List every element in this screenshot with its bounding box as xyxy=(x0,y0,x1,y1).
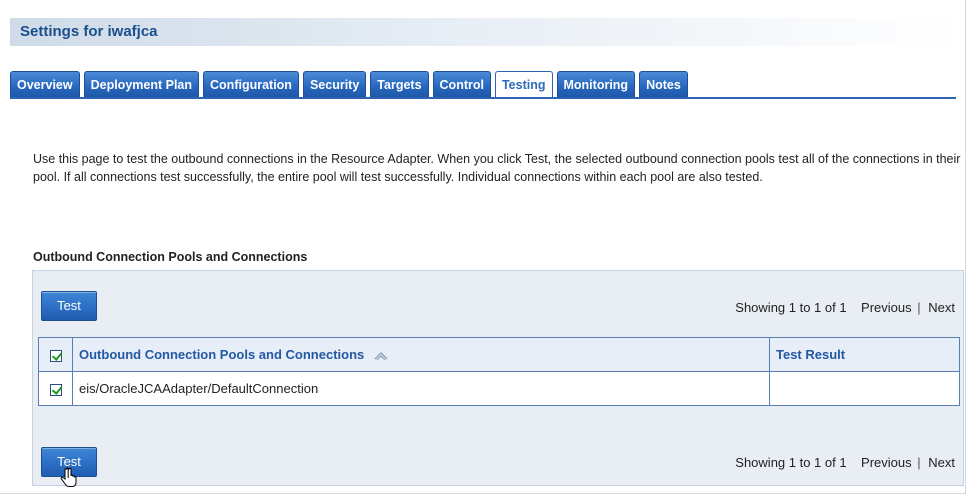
select-all-checkbox[interactable] xyxy=(49,349,62,362)
row-result-cell xyxy=(769,371,960,406)
column-header-name-label: Outbound Connection Pools and Connection… xyxy=(79,347,365,362)
title-bar: Settings for iwafjca xyxy=(10,18,960,46)
hand-cursor-icon xyxy=(60,467,77,487)
tab-bar: Overview Deployment Plan Configuration S… xyxy=(10,71,688,99)
sort-ascending-icon xyxy=(374,351,388,360)
pager-separator: | xyxy=(917,455,921,470)
tab-deployment-plan[interactable]: Deployment Plan xyxy=(83,71,200,97)
pager-next-link[interactable]: Next xyxy=(928,300,955,315)
pager-next-link[interactable]: Next xyxy=(928,455,955,470)
table-row: eis/OracleJCAAdapter/DefaultConnection xyxy=(38,371,960,406)
section-title: Outbound Connection Pools and Connection… xyxy=(33,250,308,264)
tab-targets[interactable]: Targets xyxy=(370,71,429,97)
pager-showing: Showing 1 to 1 of 1 xyxy=(735,300,847,315)
tab-monitoring[interactable]: Monitoring xyxy=(556,71,636,97)
tab-notes[interactable]: Notes xyxy=(639,71,688,97)
row-select-cell xyxy=(38,371,73,406)
pager-previous-link[interactable]: Previous xyxy=(861,455,912,470)
settings-panel: Settings for iwafjca Overview Deployment… xyxy=(0,0,966,494)
tab-underline xyxy=(10,97,956,99)
pager-separator: | xyxy=(917,300,921,315)
table-header-row: Outbound Connection Pools and Connection… xyxy=(38,337,960,372)
tab-configuration[interactable]: Configuration xyxy=(203,71,299,97)
column-header-result[interactable]: Test Result xyxy=(769,337,960,372)
column-header-name[interactable]: Outbound Connection Pools and Connection… xyxy=(72,337,770,372)
tab-control[interactable]: Control xyxy=(432,71,491,97)
tab-overview[interactable]: Overview xyxy=(10,71,80,97)
pager-bottom: Showing 1 to 1 of 1 Previous | Next xyxy=(735,455,955,470)
test-button-top[interactable]: Test xyxy=(41,291,97,321)
tab-security[interactable]: Security xyxy=(302,71,367,97)
pager-top: Showing 1 to 1 of 1 Previous | Next xyxy=(735,300,955,315)
row-name-cell: eis/OracleJCAAdapter/DefaultConnection xyxy=(72,371,770,406)
pager-previous-link[interactable]: Previous xyxy=(861,300,912,315)
tab-testing[interactable]: Testing xyxy=(494,71,553,99)
page-title: Settings for iwafjca xyxy=(20,23,158,40)
connection-pools-table: Outbound Connection Pools and Connection… xyxy=(38,337,960,406)
row-checkbox[interactable] xyxy=(49,383,62,396)
select-all-cell xyxy=(38,337,73,372)
pager-showing: Showing 1 to 1 of 1 xyxy=(735,455,847,470)
intro-text: Use this page to test the outbound conne… xyxy=(33,152,961,184)
connection-pools-table-container: Test Showing 1 to 1 of 1 Previous | Next… xyxy=(32,270,964,487)
